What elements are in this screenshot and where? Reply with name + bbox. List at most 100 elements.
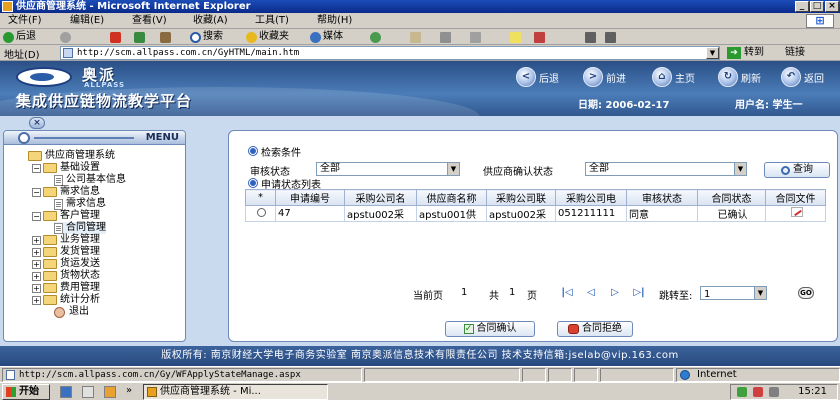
row-radio[interactable] <box>257 207 266 217</box>
history-button[interactable] <box>370 30 381 44</box>
tree-item-exit[interactable]: 退出 <box>54 306 89 318</box>
dropdown-arrow-icon: ▼ <box>447 163 459 175</box>
page-icon <box>6 370 15 380</box>
nav-home-button[interactable]: ⌂ 主页 <box>652 67 695 87</box>
tree-item-goods-status[interactable]: + 货物状态 <box>32 270 100 282</box>
clock[interactable]: 15:21 <box>798 385 827 399</box>
cell-contract-file[interactable] <box>765 205 826 222</box>
address-dropdown-button[interactable]: ▼ <box>706 47 719 59</box>
tools-button[interactable] <box>605 30 616 44</box>
tray-security-icon[interactable] <box>753 387 763 397</box>
media-label: 媒体 <box>323 31 343 42</box>
stop-button[interactable] <box>110 30 121 44</box>
links-button[interactable]: 链接 <box>785 46 805 60</box>
quicklaunch-media-icon[interactable] <box>104 386 116 398</box>
tree-item-company-info[interactable]: 公司基本信息 <box>54 174 126 186</box>
logo-subtext: ALLPASS <box>84 81 126 89</box>
discuss-button[interactable] <box>510 30 521 44</box>
col-buyer-contact[interactable]: 采购公司联 <box>486 189 556 206</box>
last-page-icon[interactable]: ▷| <box>633 287 645 299</box>
mail-button[interactable] <box>410 30 421 44</box>
tray-network-icon[interactable] <box>737 387 747 397</box>
col-supplier-name[interactable]: 供应商名称 <box>416 189 487 206</box>
tree-root[interactable]: 供应商管理系统 <box>28 150 115 162</box>
tree-item-demand[interactable]: − 需求信息 <box>32 186 100 198</box>
col-buyer-name[interactable]: 采购公司名 <box>344 189 417 206</box>
search-button[interactable]: 搜索 <box>190 30 223 44</box>
tree-item-demand-info[interactable]: 需求信息 <box>54 198 106 210</box>
collapse-menu-button[interactable]: × <box>29 117 45 129</box>
maximize-button[interactable]: □ <box>810 1 824 12</box>
favorites-button[interactable]: 收藏夹 <box>246 30 289 44</box>
tree-item-freight[interactable]: + 货运发送 <box>32 258 100 270</box>
forward-button[interactable] <box>60 30 71 44</box>
menu-help[interactable]: 帮助(H) <box>317 15 352 27</box>
col-contract-status[interactable]: 合同状态 <box>697 189 766 206</box>
address-input[interactable]: http://scm.allpass.com.cn/GyHTML/main.ht… <box>60 46 720 60</box>
nav-refresh-button[interactable]: ↻ 刷新 <box>718 67 761 87</box>
supplier-confirm-select[interactable]: 全部 ▼ <box>585 162 747 176</box>
minimize-button[interactable]: _ <box>795 1 809 12</box>
col-buyer-phone[interactable]: 采购公司电 <box>555 189 627 206</box>
refresh-button[interactable] <box>134 30 145 44</box>
tree-item-basic-settings[interactable]: − 基础设置 <box>32 162 100 174</box>
next-page-icon[interactable]: ▷ <box>609 287 621 299</box>
nav-back-button[interactable]: < 后退 <box>516 67 559 87</box>
row-select-cell[interactable] <box>245 205 276 222</box>
status-url: http://scm.allpass.com.cn/Gy/WFApplyStat… <box>2 368 362 382</box>
query-label: 查询 <box>793 164 813 175</box>
start-button[interactable]: 开始 <box>2 384 50 400</box>
menu-favorites[interactable]: 收藏(A) <box>193 15 228 27</box>
col-select: * <box>245 189 276 206</box>
home-button[interactable] <box>160 30 171 44</box>
messenger-button[interactable] <box>534 30 545 44</box>
back-button[interactable]: 后退 <box>3 30 36 44</box>
edit-page-button[interactable] <box>470 30 481 44</box>
tree-item-shipping[interactable]: + 发货管理 <box>32 246 100 258</box>
dropdown-arrow-icon: ▼ <box>734 163 746 175</box>
close-window-button[interactable]: × <box>825 1 839 12</box>
tree-item-customer[interactable]: − 客户管理 <box>32 210 100 222</box>
nav-return-button[interactable]: ↶ 返回 <box>781 67 824 87</box>
nav-forward-button[interactable]: > 前进 <box>583 67 626 87</box>
menu-tools[interactable]: 工具(T) <box>255 15 289 27</box>
status-bar: http://scm.allpass.com.cn/Gy/WFApplyStat… <box>0 366 840 382</box>
audit-status-select[interactable]: 全部 ▼ <box>316 162 460 176</box>
media-button[interactable]: 媒体 <box>310 30 343 44</box>
quicklaunch-more-icon[interactable]: » <box>126 385 132 396</box>
tree-item-statistics[interactable]: + 统计分析 <box>32 294 100 306</box>
quicklaunch-desktop-icon[interactable] <box>82 386 94 398</box>
folder-icon <box>43 247 57 257</box>
tree-item-fees[interactable]: + 费用管理 <box>32 282 100 294</box>
col-application-no[interactable]: 申请编号 <box>275 189 345 206</box>
tree-item-business[interactable]: + 业务管理 <box>32 234 100 246</box>
content-panel: 检索条件 审核状态 全部 ▼ 供应商确认状态 全部 ▼ 查询 申请状态列表 * 申请… <box>228 130 838 342</box>
query-button[interactable]: 查询 <box>764 162 830 178</box>
table-row[interactable]: 47 apstu002采 apstu001供 apstu002采 0512111… <box>245 205 826 222</box>
menu-file[interactable]: 文件(F) <box>8 15 42 27</box>
jump-page-select[interactable]: 1 ▼ <box>700 286 767 300</box>
audit-status-value: 全部 <box>320 163 340 174</box>
col-contract-file[interactable]: 合同文件 <box>765 189 826 206</box>
cell-contract-status: 已确认 <box>697 205 766 222</box>
tree-item-contract[interactable]: 合同管理 <box>54 222 106 234</box>
go-button[interactable]: ➔ 转到 <box>727 46 764 60</box>
go-page-button[interactable]: GO <box>798 287 814 299</box>
contract-confirm-button[interactable]: ✓ 合同确认 <box>445 321 535 337</box>
tray-volume-icon[interactable] <box>769 387 779 397</box>
quicklaunch-ie-icon[interactable] <box>60 386 72 398</box>
supplier-confirm-label: 供应商确认状态 <box>483 167 553 178</box>
folder-icon <box>43 187 57 197</box>
print-button[interactable] <box>440 30 451 44</box>
menu-view[interactable]: 查看(V) <box>132 15 167 27</box>
first-page-icon[interactable]: |◁ <box>561 287 573 299</box>
menu-toggle-strip: × <box>0 116 840 130</box>
research-button[interactable] <box>585 30 596 44</box>
page-icon <box>54 222 63 234</box>
col-audit-status[interactable]: 审核状态 <box>626 189 698 206</box>
taskbar-window-button[interactable]: 供应商管理系统 - Mi... <box>143 384 328 400</box>
menu-edit[interactable]: 编辑(E) <box>70 15 104 27</box>
prev-page-icon[interactable]: ◁ <box>585 287 597 299</box>
contract-reject-button[interactable]: 合同拒绝 <box>557 321 633 337</box>
edit-file-icon[interactable] <box>790 207 803 217</box>
